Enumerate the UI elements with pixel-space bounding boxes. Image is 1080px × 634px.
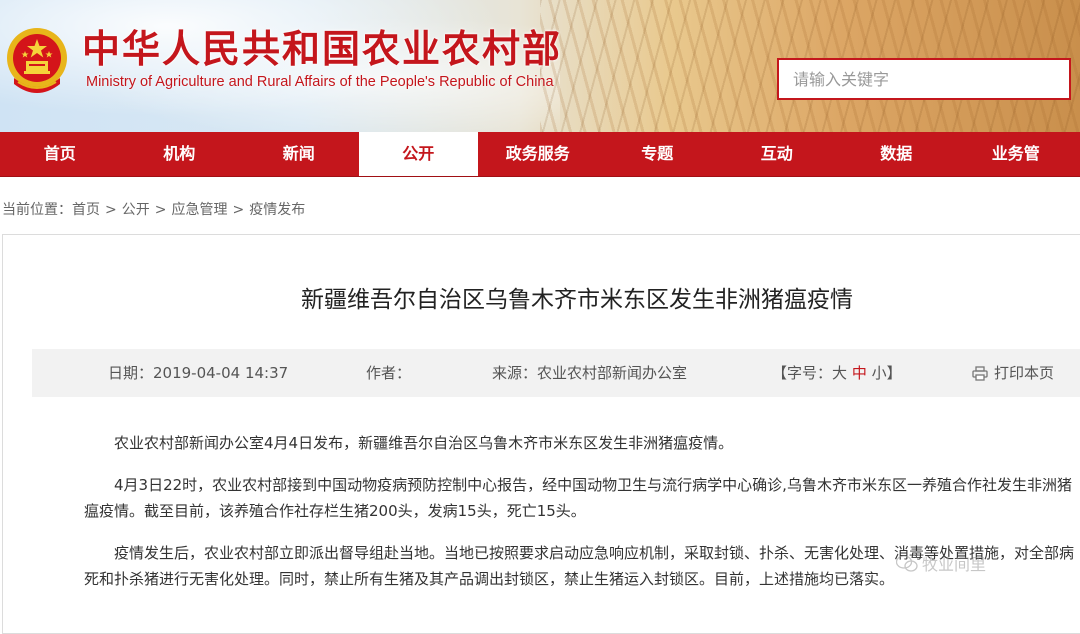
nav-item-home[interactable]: 首页 <box>0 132 120 176</box>
breadcrumb-link-epidemic[interactable]: 疫情发布 <box>249 202 305 218</box>
site-title[interactable]: 中华人民共和国农业农村部 <box>82 18 562 73</box>
font-size-small-link[interactable]: 小 <box>872 364 887 382</box>
printer-icon <box>972 366 988 381</box>
watermark-text: 牧业间里 <box>922 555 987 574</box>
main-nav: 首页 机构 新闻 公开 政务服务 专题 互动 数据 业务管 <box>0 132 1080 177</box>
wechat-watermark: 牧业间里 <box>895 551 987 575</box>
nav-item-public[interactable]: 公开 <box>358 132 478 176</box>
nav-item-topics[interactable]: 专题 <box>598 132 718 176</box>
breadcrumb-separator: > <box>232 202 245 218</box>
nav-item-government-services[interactable]: 政务服务 <box>478 132 598 176</box>
breadcrumb-prefix: 当前位置： <box>2 202 72 218</box>
article-author: 作者： <box>366 364 412 382</box>
breadcrumb-separator: > <box>154 202 167 218</box>
font-size-prefix: 【字号： <box>772 364 833 382</box>
nav-item-data[interactable]: 数据 <box>837 132 957 176</box>
article-meta-bar: 日期：2019-04-04 14:37 作者： 来源：农业农村部新闻办公室 【字… <box>32 349 1080 397</box>
font-size-large-link[interactable]: 大 <box>832 364 847 382</box>
national-emblem-icon[interactable] <box>4 22 70 102</box>
nav-item-organization[interactable]: 机构 <box>120 132 240 176</box>
font-size-suffix: 】 <box>886 364 902 382</box>
breadcrumb-separator: > <box>105 202 117 218</box>
breadcrumb: 当前位置：首页 > 公开 > 应急管理 > 疫情发布 <box>2 199 305 219</box>
article-paragraph: 农业农村部新闻办公室4月4日发布，新疆维吾尔自治区乌鲁木齐市米东区发生非洲猪瘟疫… <box>114 434 734 452</box>
breadcrumb-link-public[interactable]: 公开 <box>122 202 150 218</box>
article-content: 农业农村部新闻办公室4月4日发布，新疆维吾尔自治区乌鲁木齐市米东区发生非洲猪瘟疫… <box>84 430 1076 608</box>
article-date: 日期：2019-04-04 14:37 <box>108 364 289 382</box>
article-source: 来源：农业农村部新闻办公室 <box>492 364 688 382</box>
print-page-label: 打印本页 <box>994 364 1055 382</box>
wechat-icon <box>895 555 918 572</box>
article-paragraph: 4月3日22时，农业农村部接到中国动物疫病预防控制中心报告，经中国动物卫生与流行… <box>84 476 1072 520</box>
search-input[interactable] <box>779 60 1069 98</box>
breadcrumb-link-emergency[interactable]: 应急管理 <box>171 202 227 218</box>
font-size-control: 【字号：大 中 小】 <box>772 349 902 397</box>
nav-item-business[interactable]: 业务管 <box>956 132 1076 176</box>
nav-item-news[interactable]: 新闻 <box>239 132 359 176</box>
site-banner: 中华人民共和国农业农村部 Ministry of Agriculture and… <box>0 0 1080 132</box>
breadcrumb-link-home[interactable]: 首页 <box>72 202 100 218</box>
site-subtitle: Ministry of Agriculture and Rural Affair… <box>86 74 554 90</box>
nav-item-interaction[interactable]: 互动 <box>717 132 837 176</box>
article-title: 新疆维吾尔自治区乌鲁木齐市米东区发生非洲猪瘟疫情 <box>301 287 853 313</box>
print-page-link[interactable]: 打印本页 <box>972 349 1054 397</box>
search-box[interactable] <box>777 58 1071 100</box>
font-size-medium-link[interactable]: 中 <box>852 364 867 382</box>
